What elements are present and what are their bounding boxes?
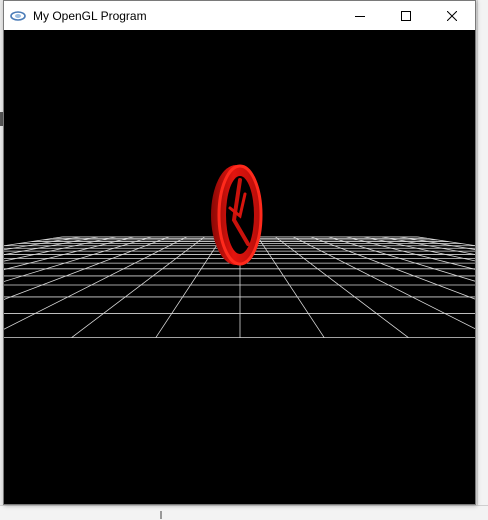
grid-line	[71, 236, 205, 338]
background-window-edge-bottom	[0, 505, 488, 520]
minimize-icon	[355, 15, 365, 17]
grid-line	[4, 236, 99, 256]
grid-line	[4, 236, 134, 271]
maximize-icon	[401, 10, 411, 21]
grid-line	[381, 236, 475, 255]
opengl-viewport[interactable]	[4, 30, 475, 504]
grid-line	[293, 236, 475, 330]
opengl-window[interactable]: My OpenGL Program	[3, 0, 476, 505]
title-bar[interactable]: My OpenGL Program	[4, 1, 475, 30]
grid-line	[417, 236, 475, 247]
minimize-button[interactable]	[337, 1, 383, 30]
maximize-button[interactable]	[383, 1, 429, 30]
close-icon	[447, 10, 457, 21]
window-title: My OpenGL Program	[33, 8, 147, 23]
grid-line	[4, 236, 116, 262]
grid-line	[275, 236, 409, 338]
grid-line	[4, 236, 63, 247]
close-button[interactable]	[429, 1, 475, 30]
red-wheel	[211, 164, 263, 266]
grid-line	[257, 236, 325, 338]
grid-line	[4, 236, 187, 330]
grid-line	[155, 236, 223, 338]
grid-line	[364, 236, 475, 262]
grid-line	[346, 236, 475, 270]
opengl-app-icon	[10, 8, 26, 24]
background-window-edge	[477, 0, 488, 519]
grid-line	[4, 236, 81, 251]
background-window-fragment-bottom	[160, 511, 162, 519]
scene-canvas	[4, 164, 475, 339]
